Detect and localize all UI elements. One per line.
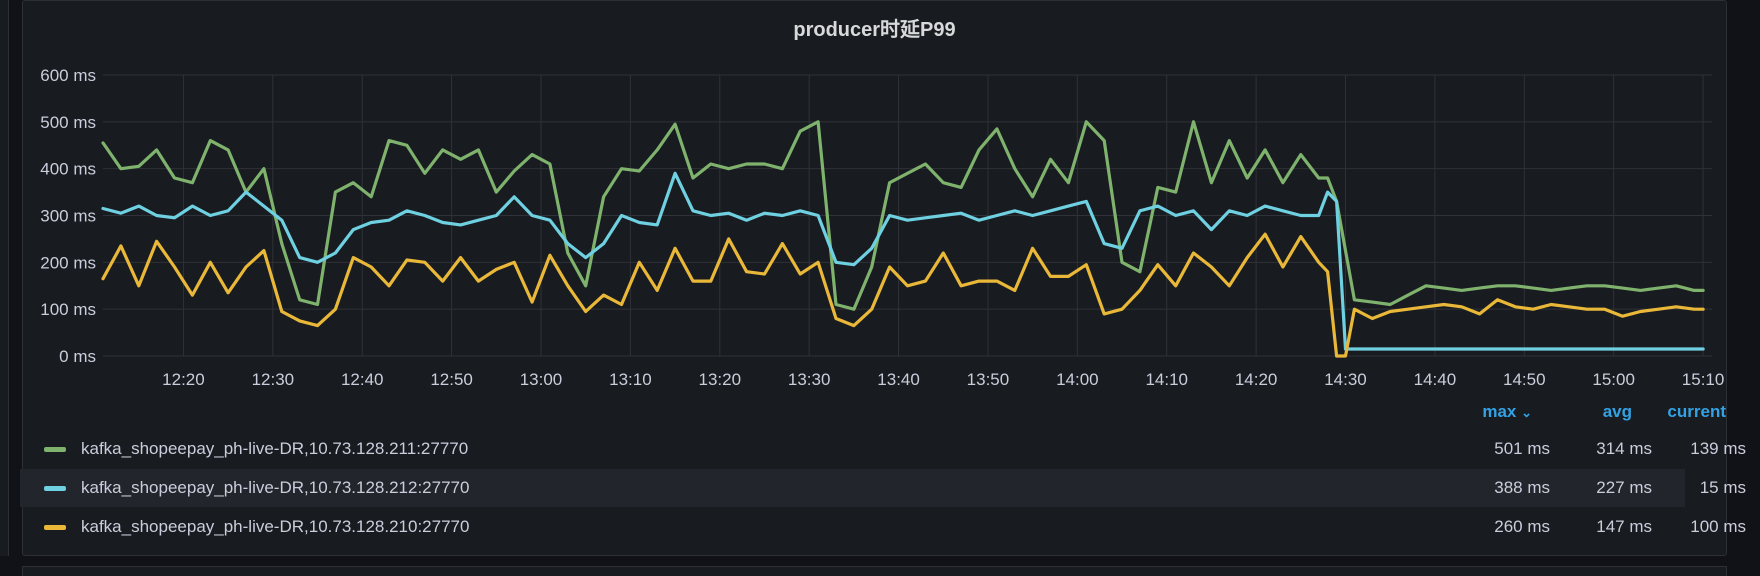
legend-value-current: 139 ms: [1690, 439, 1746, 458]
legend-value-max: 388 ms: [1494, 478, 1550, 497]
y-tick-label: 400 ms: [40, 160, 96, 179]
legend-value-avg: 314 ms: [1596, 439, 1652, 458]
x-tick-label: 13:10: [609, 370, 652, 389]
y-tick-label: 100 ms: [40, 300, 96, 319]
y-tick-label: 600 ms: [40, 66, 96, 85]
x-tick-label: 14:30: [1324, 370, 1367, 389]
y-tick-label: 500 ms: [40, 113, 96, 132]
x-tick-label: 14:50: [1503, 370, 1546, 389]
x-tick-label: 12:50: [430, 370, 473, 389]
x-tick-label: 13:50: [967, 370, 1010, 389]
legend-value-max: 501 ms: [1494, 439, 1550, 458]
x-tick-label: 13:20: [699, 370, 742, 389]
legend-item[interactable]: kafka_shopeepay_ph-live-DR,10.73.128.212…: [20, 469, 1746, 507]
chart-series: [101, 120, 1705, 358]
x-tick-label: 14:00: [1056, 370, 1099, 389]
y-tick-label: 300 ms: [40, 207, 96, 226]
legend-value-current: 100 ms: [1690, 517, 1746, 536]
legend-header-max-label: max: [1482, 402, 1517, 421]
legend-header-avg[interactable]: avg: [1570, 402, 1632, 422]
series-line-3[interactable]: [101, 232, 1705, 358]
x-tick-label: 14:40: [1414, 370, 1457, 389]
x-tick-label: 13:40: [877, 370, 920, 389]
series-color-swatch: [44, 524, 66, 530]
next-panel-edge: [22, 566, 1727, 576]
series-color-swatch: [44, 446, 66, 452]
x-tick-label: 15:10: [1682, 370, 1725, 389]
x-tick-label: 12:30: [252, 370, 295, 389]
x-tick-label: 14:10: [1145, 370, 1188, 389]
y-tick-label: 200 ms: [40, 253, 96, 272]
legend-item[interactable]: kafka_shopeepay_ph-live-DR,10.73.128.210…: [20, 508, 1746, 546]
legend-value-avg: 227 ms: [1596, 478, 1652, 497]
x-tick-label: 13:30: [788, 370, 831, 389]
legend-header-max[interactable]: max ⌄: [1460, 402, 1532, 422]
legend-header-current[interactable]: current: [1640, 402, 1726, 422]
chart-grid: [103, 74, 1712, 357]
series-line-2[interactable]: [101, 171, 1705, 351]
chevron-down-icon: ⌄: [1521, 405, 1532, 420]
x-axis: 12:20 12:30 12:40 12:50 13:00 13:10 13:20 13:30…: [162, 370, 1724, 389]
x-tick-label: 15:00: [1592, 370, 1635, 389]
x-tick-label: 12:40: [341, 370, 384, 389]
y-axis: 0 ms 100 ms 200 ms 300 ms 400 ms 500 ms 600 ms: [40, 66, 96, 366]
legend-item[interactable]: kafka_shopeepay_ph-live-DR,10.73.128.211…: [20, 430, 1746, 468]
x-tick-label: 14:20: [1235, 370, 1278, 389]
y-tick-label: 0 ms: [59, 347, 96, 366]
x-tick-label: 12:20: [162, 370, 205, 389]
legend-value-current: 15 ms: [1699, 478, 1746, 497]
series-color-swatch: [44, 485, 66, 491]
chart-plot[interactable]: 0 ms 100 ms 200 ms 300 ms 400 ms 500 ms 600 ms…: [0, 0, 1760, 400]
x-tick-label: 13:00: [520, 370, 563, 389]
legend-value-avg: 147 ms: [1596, 517, 1652, 536]
legend-value-max: 260 ms: [1494, 517, 1550, 536]
